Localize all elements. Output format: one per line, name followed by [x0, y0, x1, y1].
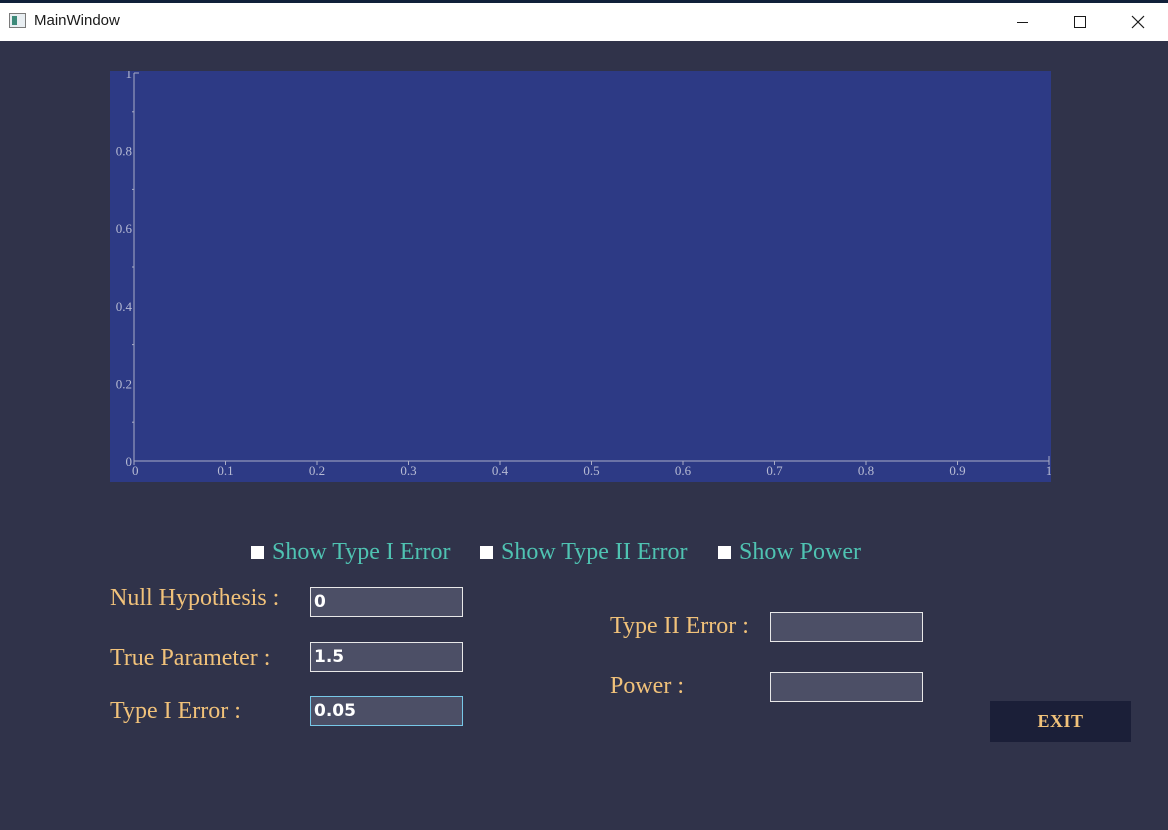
window-title: MainWindow: [34, 12, 120, 29]
x-tick-label: 0.5: [583, 463, 599, 478]
plot-area: 0 0.1 0.2 0.3 0.4 0.5 0.6 0.7 0.8 0.9 1 0 0.2 0.4 0.6 0…: [110, 71, 1051, 482]
x-tick-label: 1: [1046, 463, 1051, 478]
x-tick-label: 0: [132, 463, 139, 478]
x-tick-label: 0.1: [217, 463, 233, 478]
x-tick-label: 0.4: [492, 463, 509, 478]
type2-error-label: Type II Error :: [610, 613, 749, 639]
y-tick-label: 0.2: [116, 376, 132, 391]
y-tick-label: 0.8: [116, 144, 132, 159]
close-icon: [1131, 15, 1145, 29]
maximize-button[interactable]: [1057, 6, 1103, 38]
close-button[interactable]: [1115, 6, 1161, 38]
exit-button[interactable]: EXIT: [990, 701, 1131, 742]
show-type1-error-checkbox[interactable]: Show Type I Error: [251, 539, 451, 566]
checkbox-label: Show Type II Error: [501, 539, 688, 565]
checkbox-label: Show Power: [739, 539, 862, 565]
type1-error-input[interactable]: [310, 696, 463, 726]
type1-error-label: Type I Error :: [110, 698, 241, 724]
checkbox-box[interactable]: [718, 546, 731, 559]
null-hypothesis-input[interactable]: [310, 587, 463, 617]
type2-error-output[interactable]: [770, 612, 923, 642]
true-parameter-input[interactable]: [310, 642, 463, 672]
x-tick-label: 0.6: [675, 463, 692, 478]
y-tick-label: 0.6: [116, 221, 133, 236]
null-hypothesis-label: Null Hypothesis :: [110, 585, 280, 611]
y-tick-label: 0: [126, 454, 133, 469]
show-type2-error-checkbox[interactable]: Show Type II Error: [480, 539, 688, 566]
checkbox-label: Show Type I Error: [272, 539, 451, 565]
checkbox-box[interactable]: [251, 546, 264, 559]
power-label: Power :: [610, 673, 684, 699]
y-tick-label: 0.4: [116, 299, 133, 314]
app-window-icon: [9, 13, 26, 28]
chart: 0 0.1 0.2 0.3 0.4 0.5 0.6 0.7 0.8 0.9 1 0 0.2 0.4 0.6 0…: [116, 71, 1051, 478]
x-tick-label: 0.2: [309, 463, 325, 478]
minimize-icon: [1016, 21, 1028, 23]
y-tick-label: 1: [126, 71, 133, 81]
checkbox-box[interactable]: [480, 546, 493, 559]
x-tick-label: 0.8: [858, 463, 874, 478]
minimize-button[interactable]: [999, 6, 1045, 38]
x-tick-label: 0.7: [766, 463, 783, 478]
maximize-icon: [1074, 16, 1086, 28]
title-bar[interactable]: MainWindow: [0, 3, 1168, 41]
true-parameter-label: True Parameter :: [110, 645, 271, 671]
x-tick-label: 0.9: [949, 463, 965, 478]
show-power-checkbox[interactable]: Show Power: [718, 539, 861, 566]
x-tick-label: 0.3: [400, 463, 416, 478]
power-output[interactable]: [770, 672, 923, 702]
